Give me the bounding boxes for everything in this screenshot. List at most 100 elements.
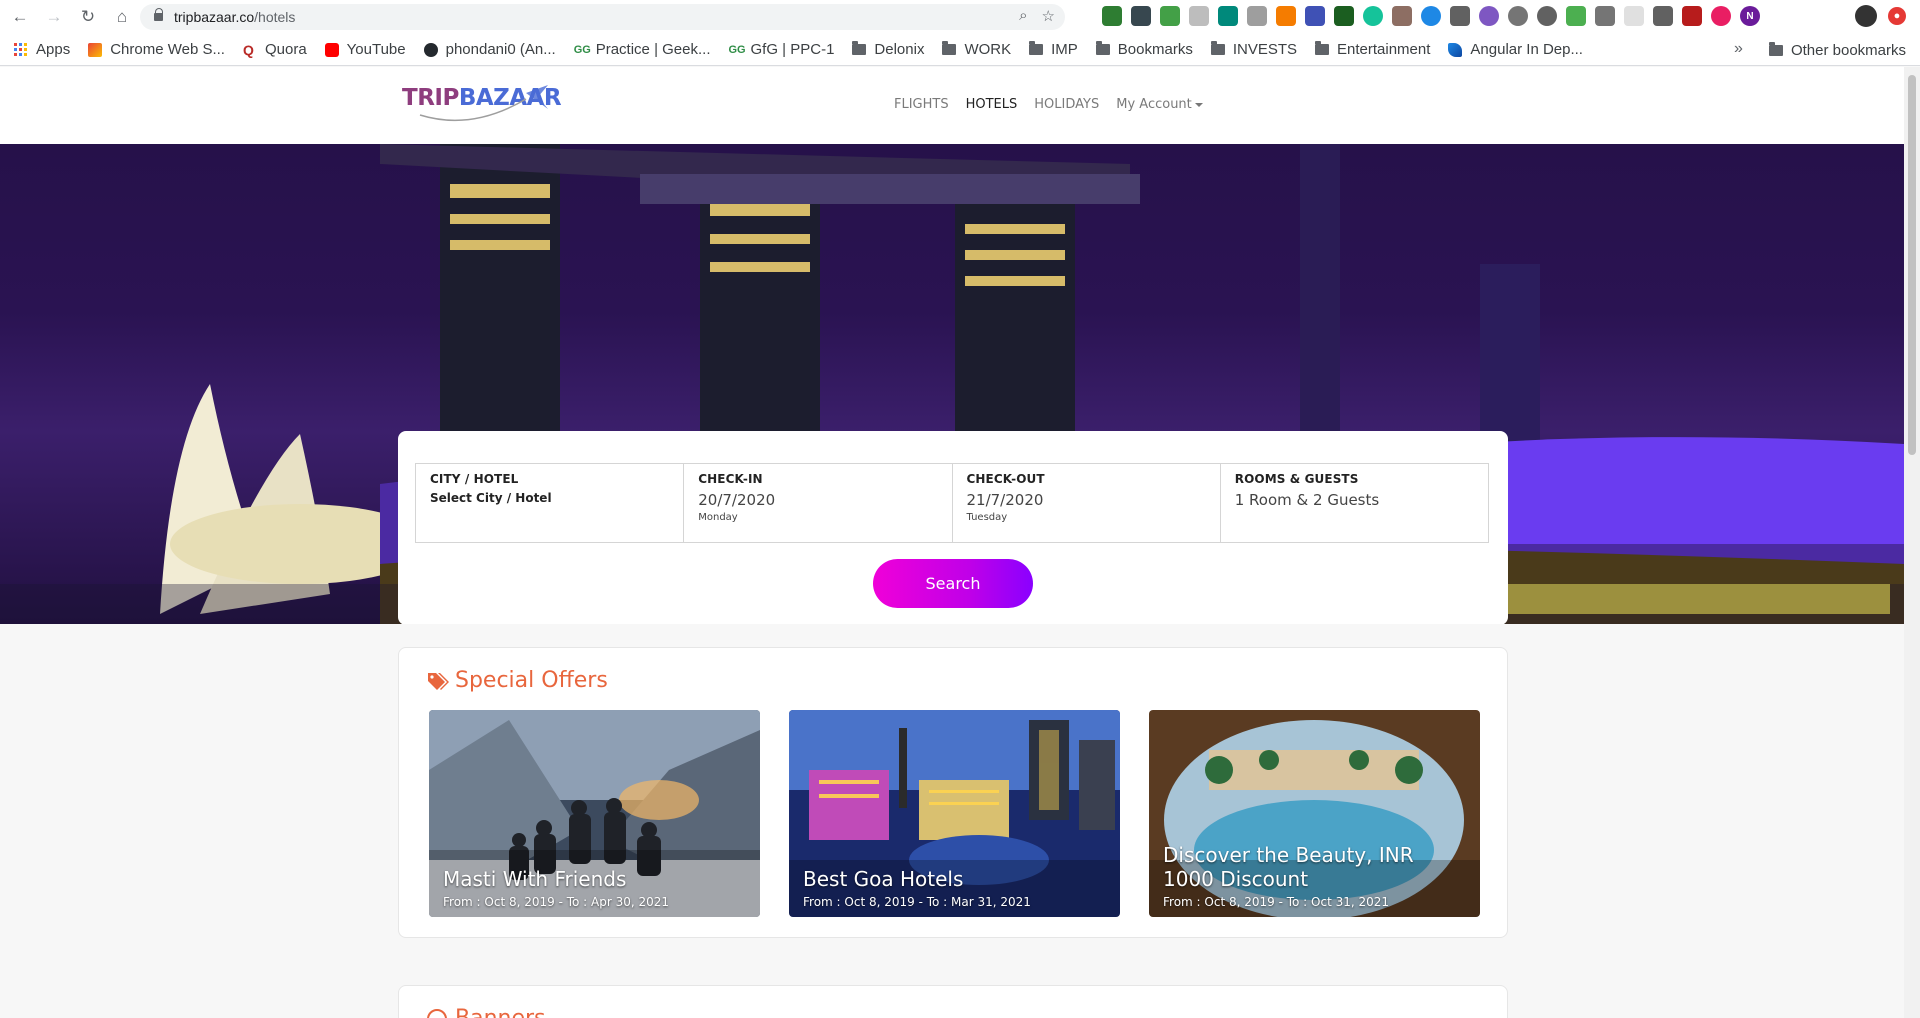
bookmark-apps[interactable]: Apps [14, 41, 70, 58]
offer-title: Best Goa Hotels [803, 867, 964, 891]
banners-section: Banners [398, 985, 1508, 1018]
folder-icon [1210, 41, 1225, 55]
extension-icon[interactable] [1276, 6, 1296, 26]
main-nav: FLIGHTS HOTELS HOLIDAYS My Account [894, 97, 1203, 112]
check-out-field[interactable]: CHECK-OUT 21/7/2020 Tuesday [953, 464, 1221, 542]
tags-icon [428, 672, 449, 690]
scrollbar-thumb[interactable] [1908, 75, 1916, 455]
folder-icon [1095, 41, 1110, 55]
nav-holidays[interactable]: HOLIDAYS [1034, 97, 1099, 112]
offer-title: Masti With Friends [443, 867, 627, 891]
bookmark-invests[interactable]: INVESTS [1210, 41, 1297, 58]
bookmark-practice-geeks[interactable]: GG Practice | Geek... [574, 41, 711, 58]
bookmark-chrome-web-store[interactable]: Chrome Web S... [88, 41, 225, 58]
bookmark-work[interactable]: WORK [942, 41, 1011, 58]
site-header: TRIPBAZAAR FLIGHTS HOTELS HOLIDAYS My Ac… [0, 67, 1904, 144]
tripbazaar-logo[interactable]: TRIPBAZAAR [402, 81, 562, 129]
city-hotel-field[interactable]: CITY / HOTEL Select City / Hotel [416, 464, 685, 542]
offer-dates: From : Oct 8, 2019 - To : Mar 31, 2021 [803, 895, 1031, 909]
url-text: tripbazaar.co/hotels [174, 9, 296, 25]
extension-icon[interactable] [1392, 6, 1412, 26]
nav-my-account[interactable]: My Account [1116, 97, 1203, 112]
browser-toolbar: ← → ↻ ⌂ tripbazaar.co/hotels ⌕ ☆ N ● [0, 0, 1920, 34]
check-in-date: 20/7/2020 [698, 491, 776, 509]
extension-icon[interactable] [1508, 6, 1528, 26]
nav-hotels[interactable]: HOTELS [966, 97, 1018, 112]
extension-icon[interactable]: N [1740, 6, 1760, 26]
extension-icon[interactable] [1131, 6, 1151, 26]
offer-card[interactable]: Masti With Friends From : Oct 8, 2019 - … [429, 710, 760, 917]
bookmark-angular-in-depth[interactable]: Angular In Dep... [1448, 41, 1583, 58]
chrome-web-store-icon [88, 42, 103, 57]
offer-card[interactable]: Best Goa Hotels From : Oct 8, 2019 - To … [789, 710, 1120, 917]
hero-banner: CITY / HOTEL Select City / Hotel CHECK-I… [0, 144, 1904, 624]
rooms-guests-value: 1 Room & 2 Guests [1234, 491, 1380, 509]
nav-flights[interactable]: FLIGHTS [894, 97, 949, 112]
youtube-icon [324, 42, 339, 57]
bookmark-youtube[interactable]: YouTube [324, 41, 406, 58]
extension-icon[interactable] [1102, 6, 1122, 26]
extension-icon[interactable] [1566, 6, 1586, 26]
extension-icon[interactable] [1363, 6, 1383, 26]
search-button[interactable]: Search [873, 559, 1033, 608]
city-hotel-value: Select City / Hotel [430, 491, 552, 505]
check-in-day: Monday [698, 512, 738, 523]
extension-icon[interactable] [1711, 6, 1731, 26]
bookmark-star-icon[interactable]: ☆ [1042, 7, 1055, 25]
smile-icon [427, 1008, 447, 1018]
bookmark-delonix[interactable]: Delonix [852, 41, 924, 58]
other-bookmarks[interactable]: Other bookmarks [1768, 41, 1906, 59]
check-out-date: 21/7/2020 [966, 491, 1044, 509]
extension-icon[interactable] [1450, 6, 1470, 26]
home-icon[interactable]: ⌂ [108, 3, 136, 31]
extension-icon[interactable] [1160, 6, 1180, 26]
offer-dates: From : Oct 8, 2019 - To : Apr 30, 2021 [443, 895, 670, 909]
bookmark-gfg-ppc[interactable]: GG GfG | PPC-1 [729, 41, 835, 58]
extension-icon[interactable] [1682, 6, 1702, 26]
extension-icon[interactable] [1421, 6, 1441, 26]
rooms-guests-field[interactable]: ROOMS & GUESTS 1 Room & 2 Guests [1221, 464, 1488, 542]
address-bar[interactable]: tripbazaar.co/hotels ⌕ ☆ [140, 4, 1065, 30]
forward-arrow-icon[interactable]: → [40, 3, 68, 31]
special-offers-title: Special Offers [427, 668, 608, 693]
profile-avatar[interactable] [1855, 5, 1877, 27]
extension-icon[interactable] [1218, 6, 1238, 26]
folder-icon [1315, 41, 1330, 55]
geeksforgeeks-icon: GG [728, 43, 746, 56]
lock-icon [154, 8, 164, 22]
bookmark-quora[interactable]: Q Quora [243, 41, 307, 58]
extension-icon[interactable] [1334, 6, 1354, 26]
back-arrow-icon[interactable]: ← [6, 3, 34, 31]
geeksforgeeks-icon: GG [573, 43, 591, 56]
bookmark-imp[interactable]: IMP [1029, 41, 1078, 58]
extension-icon[interactable] [1595, 6, 1615, 26]
extension-icon[interactable] [1189, 6, 1209, 26]
bookmark-entertainment[interactable]: Entertainment [1315, 41, 1430, 58]
offer-title: Discover the Beauty, INR 1000 Discount [1163, 843, 1414, 891]
extension-icon[interactable] [1537, 6, 1557, 26]
extension-icon[interactable] [1624, 6, 1644, 26]
caret-down-icon [1194, 102, 1203, 107]
banners-title: Banners [427, 1006, 546, 1018]
folder-icon [1768, 41, 1783, 56]
extension-icon[interactable] [1653, 6, 1673, 26]
extensions-bar: N [1102, 6, 1760, 26]
bookmarks-overflow-button[interactable]: » [1734, 40, 1743, 58]
check-in-field[interactable]: CHECK-IN 20/7/2020 Monday [684, 464, 953, 542]
bookmarks-bar: Apps Chrome Web S... Q Quora YouTube phon… [0, 34, 1920, 66]
extension-icon[interactable] [1305, 6, 1325, 26]
special-offers-section: Special Offers Masti With Friends From :… [398, 647, 1508, 938]
quora-icon: Q [242, 41, 254, 58]
bookmark-github[interactable]: phondani0 (An... [423, 41, 556, 58]
offer-dates: From : Oct 8, 2019 - To : Oct 31, 2021 [1163, 895, 1390, 909]
bookmark-bookmarks[interactable]: Bookmarks [1095, 41, 1193, 58]
folder-icon [1029, 41, 1044, 55]
zoom-search-icon[interactable]: ⌕ [1019, 7, 1027, 25]
menu-icon[interactable]: ● [1888, 7, 1906, 25]
extension-icon[interactable] [1479, 6, 1499, 26]
search-fields: CITY / HOTEL Select City / Hotel CHECK-I… [415, 463, 1489, 543]
offer-card[interactable]: Discover the Beauty, INR 1000 Discount F… [1149, 710, 1480, 917]
page-scrollbar[interactable] [1904, 67, 1920, 1018]
extension-icon[interactable] [1247, 6, 1267, 26]
reload-icon[interactable]: ↻ [74, 3, 102, 31]
